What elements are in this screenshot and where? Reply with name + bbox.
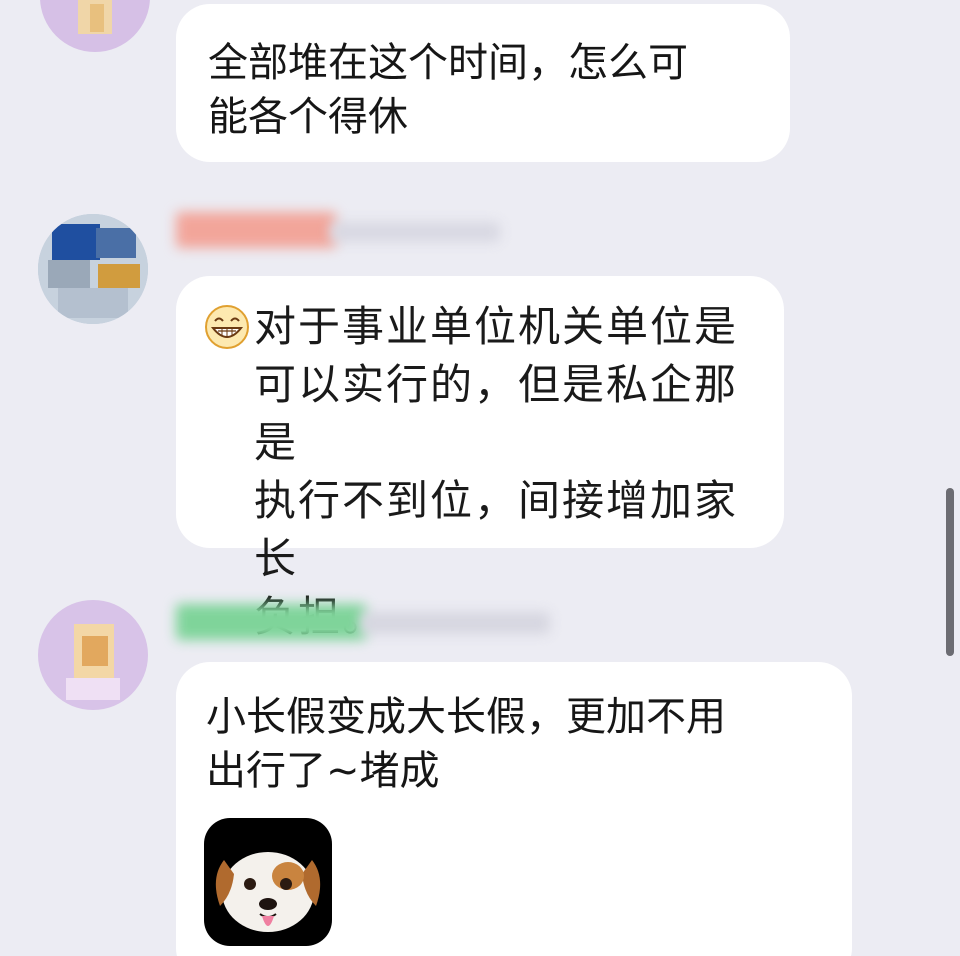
message-text: 小长假变成大长假，更加不用 出行了~堵成: [206, 694, 726, 794]
grinning-face-icon: [204, 304, 250, 350]
avatar-pixel: [98, 264, 140, 288]
avatar-pixel: [52, 224, 100, 260]
avatar[interactable]: [40, 0, 150, 52]
sender-name: [176, 604, 366, 640]
scrollbar-thumb[interactable]: [946, 488, 954, 656]
avatar-pixel: [58, 288, 128, 318]
dog-face-icon: [215, 852, 321, 932]
sender-name-extra: [360, 612, 550, 634]
avatar[interactable]: [38, 214, 148, 324]
message-bubble[interactable]: 全部堆在这个时间，怎么可 能各个得休: [176, 4, 790, 162]
chat-screen: 全部堆在这个时间，怎么可 能各个得休 对于事业单位机关单位是 可以实行的，但是私…: [0, 0, 960, 956]
message-text: 全部堆在这个时间，怎么可 能各个得休: [208, 40, 688, 140]
avatar[interactable]: [38, 600, 148, 710]
message-bubble[interactable]: 小长假变成大长假，更加不用 出行了~堵成: [176, 662, 852, 956]
avatar-pixel: [48, 260, 90, 288]
message-text: 对于事业单位机关单位是 可以实行的，但是私企那是 执行不到位，间接增加家长 负担…: [254, 302, 739, 641]
sender-name-extra: [330, 222, 500, 242]
sender-name: [176, 212, 336, 248]
avatar-pixel: [96, 228, 136, 258]
avatar-pixel: [90, 4, 104, 32]
message-bubble[interactable]: 对于事业单位机关单位是 可以实行的，但是私企那是 执行不到位，间接增加家长 负担…: [176, 276, 784, 641]
dog-sticker[interactable]: [204, 818, 332, 946]
avatar-pixel: [82, 636, 108, 666]
avatar-pixel: [66, 678, 120, 700]
message-line: 对于事业单位机关单位是 可以实行的，但是私企那是 执行不到位，间接增加家长 负担…: [204, 296, 764, 646]
